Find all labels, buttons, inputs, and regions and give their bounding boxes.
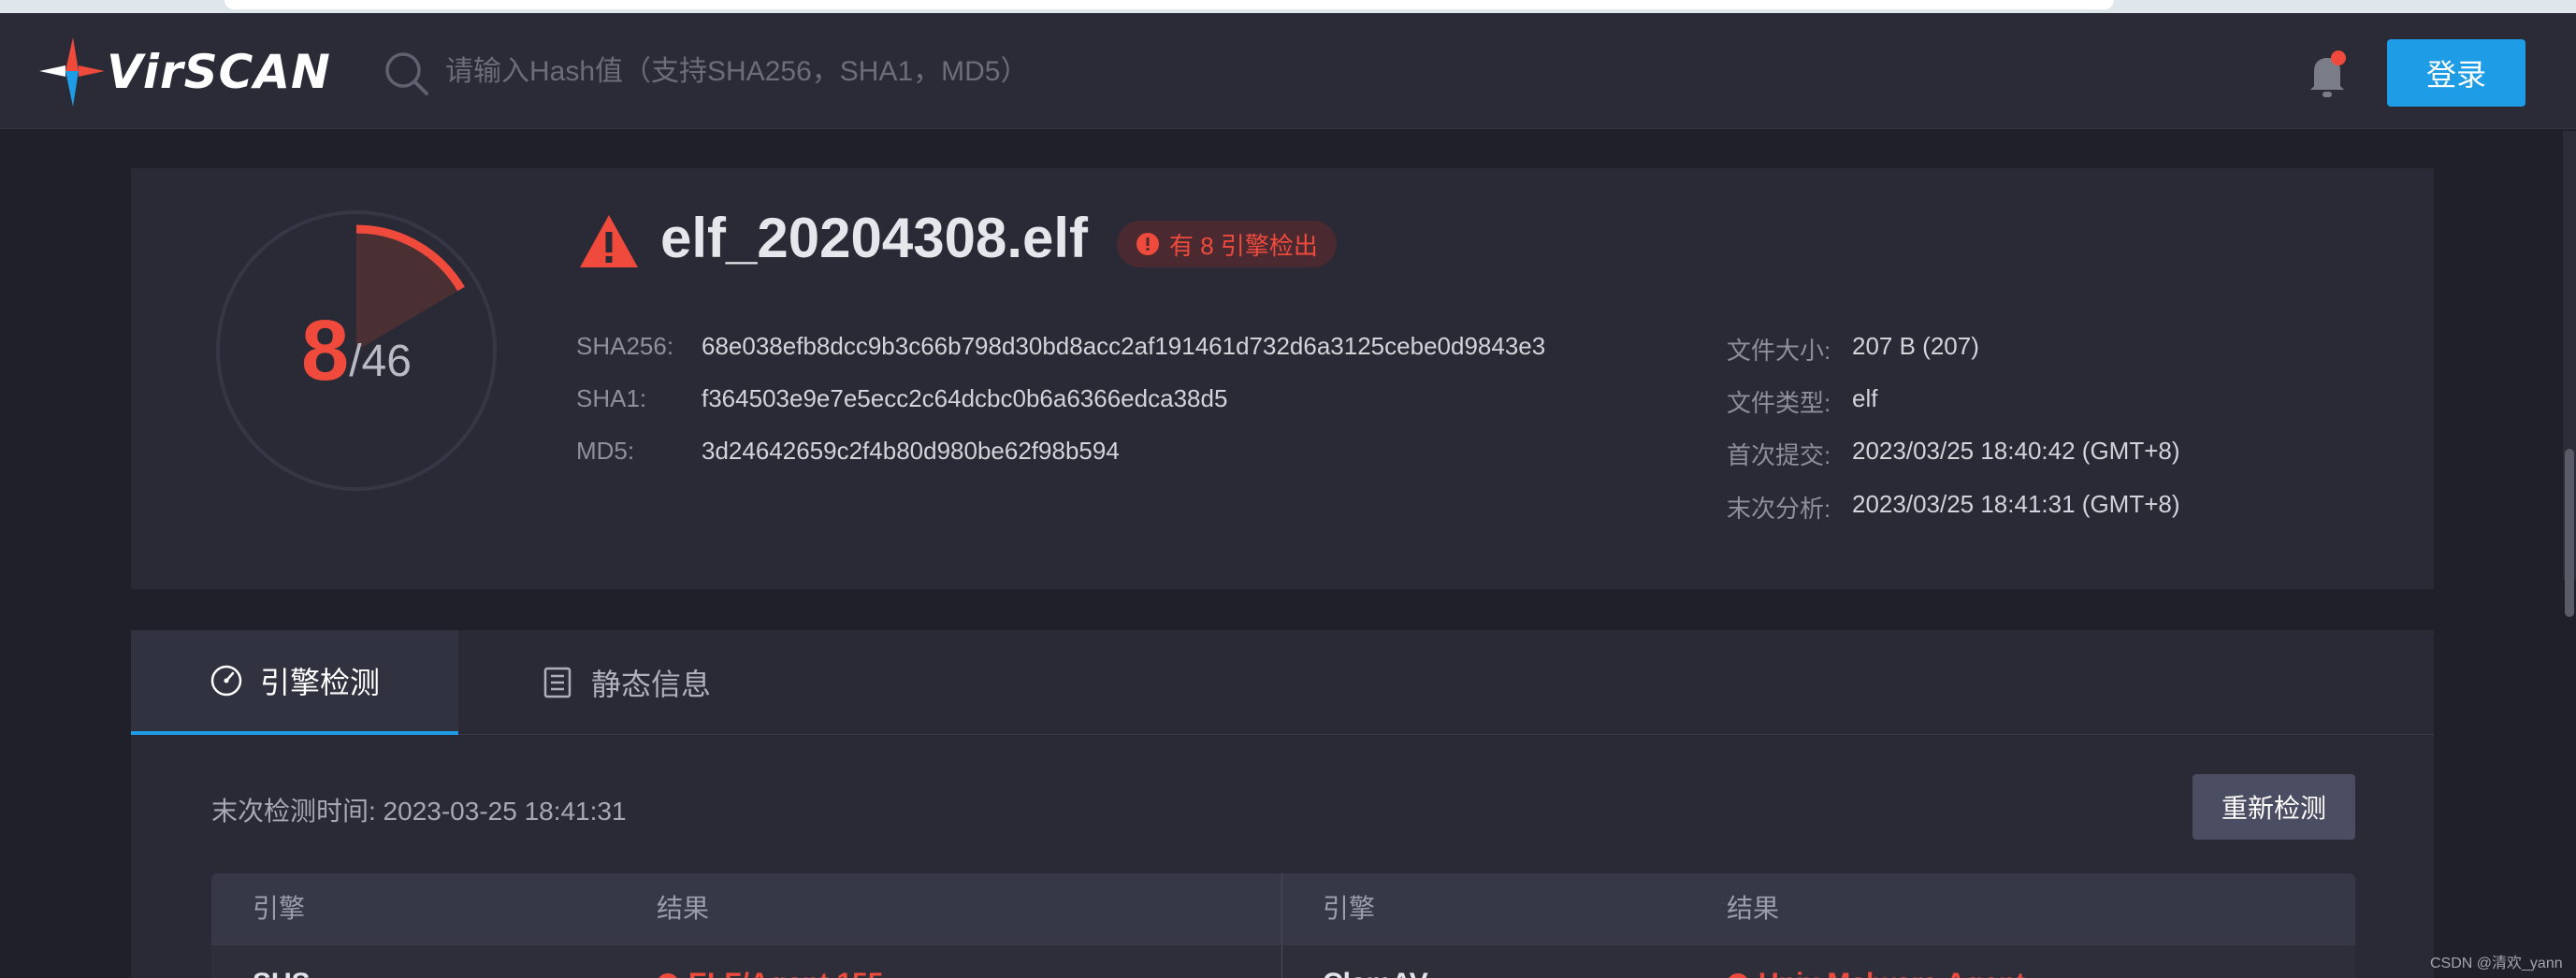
hash-search-input[interactable]	[445, 41, 1755, 103]
login-button[interactable]: 登录	[2387, 39, 2525, 107]
engine-results-table: 引擎 结果 引擎 结果 SUS ELF/Agent.155 ClamAV Uni…	[211, 873, 2355, 978]
last-analysis-label: 末次分析:	[1727, 495, 1831, 523]
sha1-value: f364503e9e7e5ecc2c64dcbc0b6a6366edca38d5	[702, 384, 1228, 412]
first-submit-row: 首次提交: 2023/03/25 18:40:42 (GMT+8)	[1727, 437, 2180, 471]
column-header-result: 结果	[1727, 894, 1780, 923]
file-name: elf_20204308.elf	[660, 207, 1089, 269]
warning-icon	[580, 215, 638, 267]
first-submit-value: 2023/03/25 18:40:42 (GMT+8)	[1852, 437, 2180, 465]
tab-engine-detection[interactable]: 引擎检测	[131, 630, 458, 735]
file-size-value: 207 B (207)	[1852, 332, 1979, 360]
sha256-label: SHA256:	[576, 332, 674, 360]
notification-bell-icon[interactable]	[2307, 50, 2348, 99]
file-type-label: 文件类型:	[1727, 389, 1831, 417]
sha256-value: 68e038efb8dcc9b3c66b798d30bd8acc2af19146…	[702, 332, 1546, 360]
search-icon	[385, 52, 428, 95]
scrollbar-thumb[interactable]	[2565, 449, 2574, 617]
result-cell: Unix.Malware.Agent	[1727, 968, 2025, 978]
md5-value: 3d24642659c2f4b80d980be62f98b594	[702, 437, 1120, 465]
tab-static-info[interactable]: 静态信息	[541, 630, 711, 735]
detection-count: 8 /46	[211, 206, 501, 496]
result-text: Unix.Malware.Agent	[1758, 968, 2025, 978]
speedometer-icon	[210, 665, 242, 697]
csdn-watermark: CSDN @清欢_yann	[2430, 956, 2563, 971]
document-list-icon	[543, 667, 572, 698]
sha1-label: SHA1:	[576, 384, 647, 412]
scan-results-card: 引擎检测 静态信息 末次检测时间: 2023-03-25 18:41:31 重新…	[131, 630, 2434, 978]
file-type-value: elf	[1852, 384, 1878, 412]
rescan-button[interactable]: 重新检测	[2192, 774, 2355, 840]
md5-label: MD5:	[576, 437, 635, 465]
virscan-logo-icon[interactable]	[39, 37, 105, 107]
last-analysis-value: 2023/03/25 18:41:31 (GMT+8)	[1852, 490, 2180, 518]
column-header-engine: 引擎	[1323, 894, 1376, 923]
sha256-row: SHA256: 68e038efb8dcc9b3c66b798d30bd8acc…	[576, 332, 1545, 361]
md5-row: MD5: 3d24642659c2f4b80d980be62f98b594	[576, 437, 1120, 466]
first-submit-label: 首次提交:	[1727, 441, 1831, 469]
result-text: ELF/Agent.155	[688, 968, 883, 978]
tab-static-label: 静态信息	[591, 668, 712, 701]
file-size-label: 文件大小:	[1727, 337, 1831, 365]
detected-count: 8	[301, 303, 350, 398]
detection-badge: 有 8 引擎检出	[1117, 221, 1337, 267]
engine-name: ClamAV	[1323, 968, 1428, 978]
malware-dot-icon	[657, 973, 679, 978]
column-header-engine: 引擎	[253, 894, 306, 923]
file-type-row: 文件类型: elf	[1727, 384, 1877, 419]
tab-bar: 引擎检测 静态信息	[131, 630, 2434, 735]
file-size-row: 文件大小: 207 B (207)	[1727, 332, 1979, 367]
file-summary-card: 8 /46 elf_20204308.elf 有 8 引擎检出 SHA256: …	[131, 168, 2434, 589]
tab-engine-label: 引擎检测	[259, 666, 380, 699]
table-row: SUS ELF/Agent.155 ClamAV Unix.Malware.Ag…	[211, 944, 2355, 978]
last-analysis-row: 末次分析: 2023/03/25 18:41:31 (GMT+8)	[1727, 490, 2180, 525]
browser-chrome	[0, 0, 2576, 13]
column-header-result: 结果	[657, 894, 710, 923]
malware-dot-icon	[1727, 973, 1749, 978]
top-header: VirSCAN 登录	[0, 13, 2576, 129]
sha1-row: SHA1: f364503e9e7e5ecc2c64dcbc0b6a6366ed…	[576, 384, 1227, 413]
address-bar-edge	[224, 0, 2114, 9]
result-cell: ELF/Agent.155	[657, 968, 883, 978]
last-scan-time: 末次检测时间: 2023-03-25 18:41:31	[211, 797, 627, 826]
badge-text: 有 8 引擎检出	[1169, 231, 1318, 260]
alert-circle-icon	[1136, 233, 1159, 255]
engine-total: /46	[349, 337, 412, 386]
engine-name: SUS	[253, 968, 311, 978]
logo-text[interactable]: VirSCAN	[107, 45, 331, 99]
table-header: 引擎 结果 引擎 结果	[211, 873, 2355, 944]
